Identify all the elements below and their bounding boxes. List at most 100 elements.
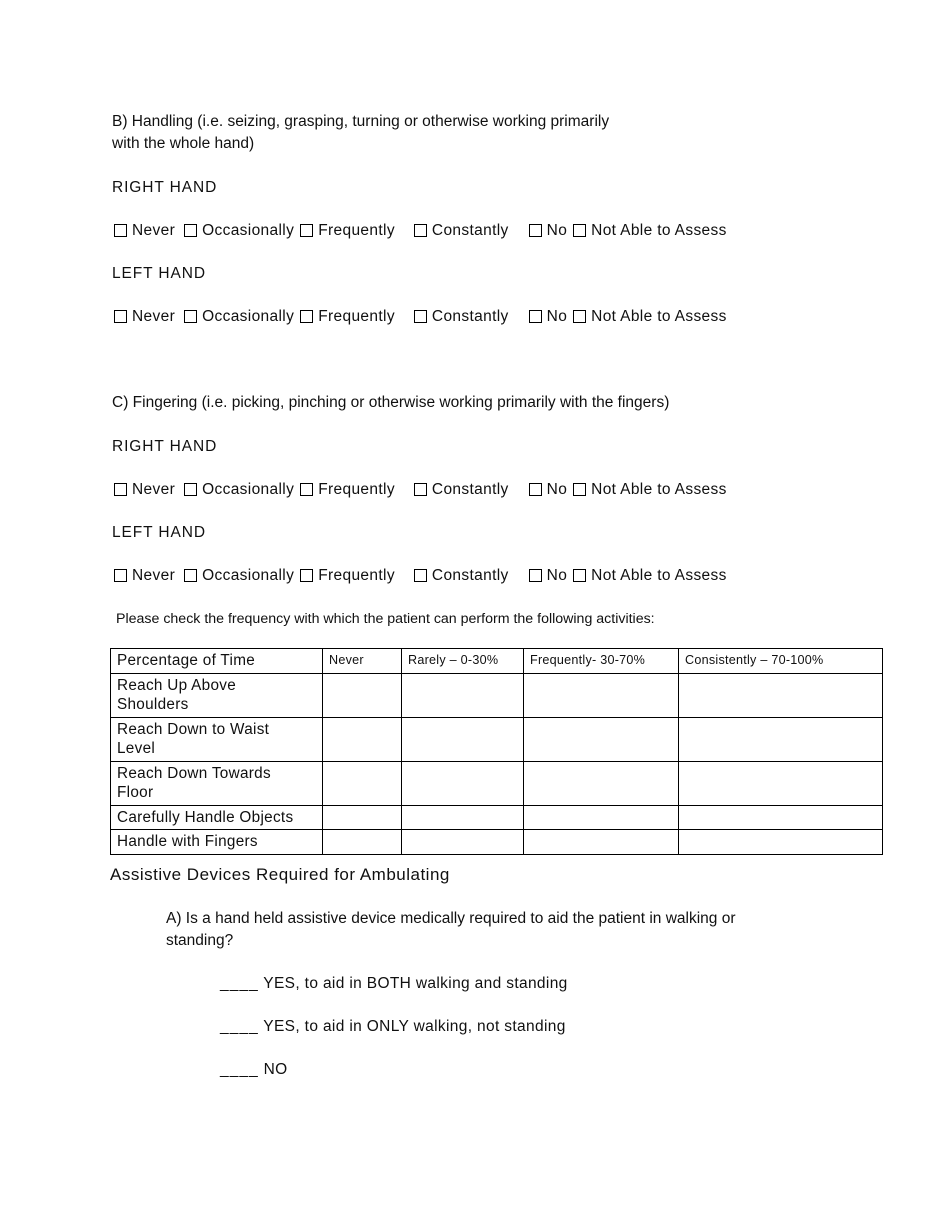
checkbox-handling-left-never[interactable] xyxy=(114,310,127,323)
checkbox-fingering-right-never[interactable] xyxy=(114,483,127,496)
cell-never[interactable] xyxy=(322,804,402,830)
cell-frequently[interactable] xyxy=(523,804,679,830)
label-frequently: Frequently xyxy=(318,481,395,498)
cell-rarely[interactable] xyxy=(401,829,524,855)
checkbox-handling-left-no[interactable] xyxy=(528,310,542,323)
table-header-row: Percentage of Time Never Rarely – 0-30% … xyxy=(110,648,883,674)
header-percentage-of-time: Percentage of Time xyxy=(110,648,323,674)
document-page: B) Handling (i.e. seizing, grasping, tur… xyxy=(0,0,950,1230)
assistive-option-no[interactable]: ____ NO xyxy=(220,1059,288,1080)
table-row: Reach Down Towards Floor xyxy=(110,760,883,806)
label-occasionally: Occasionally xyxy=(202,567,295,584)
checkbox-fingering-right-no[interactable] xyxy=(528,483,542,496)
cell-frequently[interactable] xyxy=(523,760,679,806)
checkbox-fingering-left-never[interactable] xyxy=(114,569,127,582)
handling-left-hand-frequency-row: Never Occasionally Frequently Constantly… xyxy=(114,307,727,326)
answer-blank-only-walking[interactable]: ____ xyxy=(220,1018,259,1035)
activity-table-head: Percentage of Time Never Rarely – 0-30% … xyxy=(110,648,883,674)
checkbox-fingering-left-constantly[interactable] xyxy=(413,569,427,582)
cell-consistently[interactable] xyxy=(678,760,883,806)
cell-consistently[interactable] xyxy=(678,672,883,718)
checkbox-fingering-left-frequently[interactable] xyxy=(300,569,314,582)
activity-table-body: Reach Up Above Shoulders Reach Down to W… xyxy=(110,672,883,855)
activity-table-wrapper: Percentage of Time Never Rarely – 0-30% … xyxy=(110,648,883,855)
cell-never[interactable] xyxy=(322,760,402,806)
checkbox-handling-right-never[interactable] xyxy=(114,224,127,237)
assistive-option-both-label: YES, to aid in BOTH walking and standing xyxy=(263,975,568,992)
row-label-reach-down-to-waist-level: Reach Down to Waist Level xyxy=(110,716,323,762)
handling-right-hand-frequency-row: Never Occasionally Frequently Constantly… xyxy=(114,221,727,240)
label-occasionally: Occasionally xyxy=(202,481,295,498)
checkbox-fingering-right-not-able[interactable] xyxy=(573,483,587,496)
cell-never[interactable] xyxy=(322,829,402,855)
answer-blank-both[interactable]: ____ xyxy=(220,975,259,992)
label-occasionally: Occasionally xyxy=(202,308,295,325)
label-no: No xyxy=(546,308,568,325)
assistive-question-a: A) Is a hand held assistive device medic… xyxy=(166,910,736,949)
label-frequently: Frequently xyxy=(318,222,395,239)
checkbox-fingering-left-not-able[interactable] xyxy=(573,569,587,582)
label-never: Never xyxy=(132,481,176,498)
checkbox-fingering-left-no[interactable] xyxy=(528,569,542,582)
answer-blank-no[interactable]: ____ xyxy=(220,1061,259,1078)
checkbox-handling-right-constantly[interactable] xyxy=(413,224,427,237)
fingering-right-hand-frequency-row: Never Occasionally Frequently Constantly… xyxy=(114,480,727,499)
checkbox-fingering-left-occasionally[interactable] xyxy=(184,569,198,582)
assistive-option-both[interactable]: ____ YES, to aid in BOTH walking and sta… xyxy=(220,973,568,994)
checkbox-handling-right-no[interactable] xyxy=(528,224,542,237)
cell-rarely[interactable] xyxy=(401,804,524,830)
checkbox-fingering-right-constantly[interactable] xyxy=(413,483,427,496)
checkbox-handling-left-constantly[interactable] xyxy=(413,310,427,323)
checkbox-fingering-right-frequently[interactable] xyxy=(300,483,314,496)
cell-frequently[interactable] xyxy=(523,672,679,718)
header-never: Never xyxy=(322,648,402,674)
cell-rarely[interactable] xyxy=(401,672,524,718)
table-row: Reach Up Above Shoulders xyxy=(110,672,883,718)
label-not-able-to-assess: Not Able to Assess xyxy=(591,222,727,239)
fingering-right-hand-label: RIGHT HAND xyxy=(112,438,218,455)
label-constantly: Constantly xyxy=(431,308,509,325)
row-label-carefully-handle-objects: Carefully Handle Objects xyxy=(110,804,323,830)
cell-rarely[interactable] xyxy=(401,760,524,806)
checkbox-handling-left-not-able[interactable] xyxy=(573,310,587,323)
cell-frequently[interactable] xyxy=(523,716,679,762)
cell-frequently[interactable] xyxy=(523,829,679,855)
checkbox-handling-left-occasionally[interactable] xyxy=(184,310,198,323)
table-row: Handle with Fingers xyxy=(110,829,883,855)
activity-frequency-table: Percentage of Time Never Rarely – 0-30% … xyxy=(110,648,883,855)
fingering-left-hand-frequency-row: Never Occasionally Frequently Constantly… xyxy=(114,566,727,585)
checkbox-handling-left-frequently[interactable] xyxy=(300,310,314,323)
label-constantly: Constantly xyxy=(431,481,509,498)
handling-left-hand-label: LEFT HAND xyxy=(112,265,206,282)
checkbox-fingering-right-occasionally[interactable] xyxy=(184,483,198,496)
label-never: Never xyxy=(132,222,176,239)
label-never: Never xyxy=(132,567,176,584)
checkbox-handling-right-frequently[interactable] xyxy=(300,224,314,237)
cell-never[interactable] xyxy=(322,716,402,762)
cell-consistently[interactable] xyxy=(678,829,883,855)
label-not-able-to-assess: Not Able to Assess xyxy=(591,308,727,325)
header-frequently: Frequently- 30-70% xyxy=(523,648,679,674)
label-not-able-to-assess: Not Able to Assess xyxy=(591,481,727,498)
header-rarely: Rarely – 0-30% xyxy=(401,648,524,674)
cell-consistently[interactable] xyxy=(678,804,883,830)
cell-rarely[interactable] xyxy=(401,716,524,762)
cell-consistently[interactable] xyxy=(678,716,883,762)
label-never: Never xyxy=(132,308,176,325)
assistive-option-only-walking-label: YES, to aid in ONLY walking, not standin… xyxy=(263,1018,566,1035)
label-occasionally: Occasionally xyxy=(202,222,295,239)
label-frequently: Frequently xyxy=(318,308,395,325)
label-no: No xyxy=(546,567,568,584)
fingering-left-hand-label: LEFT HAND xyxy=(112,524,206,541)
row-label-reach-down-towards-floor: Reach Down Towards Floor xyxy=(110,760,323,806)
assistive-option-only-walking[interactable]: ____ YES, to aid in ONLY walking, not st… xyxy=(220,1016,566,1037)
fingering-heading: C) Fingering (i.e. picking, pinching or … xyxy=(112,394,670,411)
handling-right-hand-label: RIGHT HAND xyxy=(112,179,218,196)
checkbox-handling-right-occasionally[interactable] xyxy=(184,224,198,237)
checkbox-handling-right-not-able[interactable] xyxy=(573,224,587,237)
assistive-devices-heading: Assistive Devices Required for Ambulatin… xyxy=(110,865,450,884)
label-no: No xyxy=(546,481,568,498)
label-constantly: Constantly xyxy=(431,222,509,239)
activity-table-intro: Please check the frequency with which th… xyxy=(116,611,655,627)
cell-never[interactable] xyxy=(322,672,402,718)
